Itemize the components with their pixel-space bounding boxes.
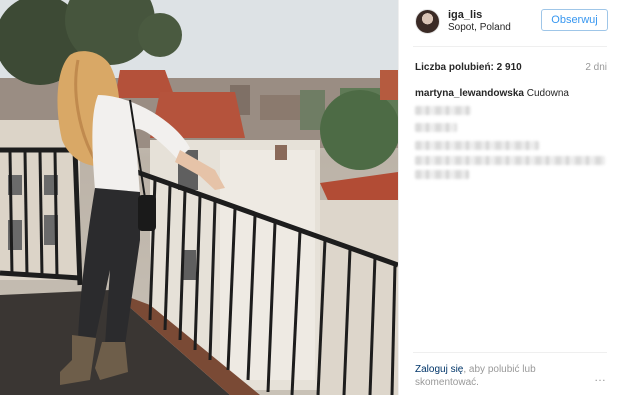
comment-username[interactable]: martyna_lewandowska (415, 88, 524, 99)
likes-count[interactable]: Liczba polubień: 2 910 (415, 62, 522, 73)
blurred-text (415, 170, 469, 179)
blurred-text (415, 123, 457, 132)
photo-scene (0, 0, 398, 395)
follow-button[interactable]: Obserwuj (541, 9, 608, 31)
likes-label: Liczba polubień: (415, 62, 494, 73)
post-username[interactable]: iga_lis (448, 9, 482, 21)
post-header: iga_lis Sopot, Poland Obserwuj (399, 0, 619, 50)
post-time[interactable]: 2 dni (585, 62, 607, 73)
post-sidebar: iga_lis Sopot, Poland Obserwuj Liczba po… (398, 0, 619, 395)
login-link[interactable]: Zaloguj się (415, 364, 463, 375)
footer-divider (413, 352, 607, 353)
login-prompt: Zaloguj się, aby polubić lub skomentować… (415, 363, 565, 389)
blurred-text (415, 141, 539, 150)
post-location[interactable]: Sopot, Poland (448, 22, 511, 33)
header-divider (413, 46, 607, 47)
blurred-text (415, 106, 471, 115)
likes-number: 2 910 (496, 62, 522, 73)
comment-text: Cudowna (526, 88, 569, 99)
profile-avatar[interactable] (415, 9, 440, 34)
more-options-icon[interactable]: … (594, 370, 607, 384)
post-photo[interactable] (0, 0, 398, 395)
comment-item: martyna_lewandowska Cudowna (415, 88, 569, 99)
blurred-text (415, 156, 605, 165)
